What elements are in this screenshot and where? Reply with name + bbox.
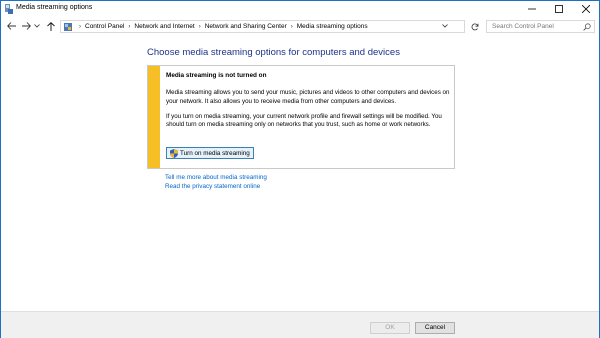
turn-on-media-streaming-button[interactable]: Turn on media streaming (166, 147, 254, 159)
minimize-button[interactable] (518, 1, 545, 17)
address-dropdown-icon[interactable] (442, 24, 448, 28)
breadcrumb-separator: › (290, 23, 293, 30)
refresh-icon (471, 23, 479, 30)
breadcrumb-separator: › (198, 23, 201, 30)
address-bar[interactable]: › Control Panel › Network and Internet ›… (60, 20, 465, 33)
breadcrumb-control-panel[interactable]: Control Panel (85, 23, 124, 30)
breadcrumb-separator: › (79, 23, 81, 30)
minimize-icon (527, 8, 536, 10)
streaming-notice-panel: Media streaming is not turned on Media s… (147, 65, 455, 169)
warning-accent-bar (148, 66, 160, 168)
forward-button[interactable] (20, 20, 32, 32)
notice-description: Media streaming allows you to send your … (166, 89, 450, 105)
admin-shield-icon (170, 148, 178, 158)
up-arrow-icon (47, 21, 55, 31)
title-bar: Media streaming options (1, 1, 599, 17)
breadcrumb-media-streaming-options[interactable]: Media streaming options (297, 23, 368, 30)
navigation-bar: › Control Panel › Network and Internet ›… (1, 17, 599, 35)
breadcrumb-separator: › (128, 23, 131, 30)
refresh-button[interactable] (469, 20, 481, 33)
maximize-button[interactable] (545, 1, 572, 17)
tell-me-more-link[interactable]: Tell me more about media streaming (165, 174, 267, 181)
close-icon (581, 5, 590, 13)
back-button[interactable] (5, 20, 17, 32)
maximize-icon (554, 5, 563, 13)
search-icon (583, 23, 591, 31)
dialog-footer: OK Cancel (1, 311, 599, 338)
close-button[interactable] (572, 1, 599, 17)
chevron-down-icon (34, 24, 40, 28)
ok-button[interactable]: OK (370, 322, 410, 334)
control-panel-icon (64, 22, 72, 31)
media-stream-icon (5, 4, 13, 14)
cancel-button[interactable]: Cancel (415, 322, 455, 334)
search-placeholder: Search Control Panel (492, 23, 554, 30)
window-title: Media streaming options (16, 4, 93, 11)
breadcrumb-network-and-internet[interactable]: Network and Internet (134, 23, 194, 30)
notice-body: Media streaming is not turned on Media s… (166, 72, 451, 129)
notice-warning: If you turn on media streaming, your cur… (166, 112, 442, 129)
recent-locations-button[interactable] (33, 20, 41, 32)
page-title: Choose media streaming options for compu… (147, 47, 400, 58)
breadcrumb-network-and-sharing-center[interactable]: Network and Sharing Center (205, 23, 287, 30)
privacy-statement-link[interactable]: Read the privacy statement online (165, 183, 260, 190)
turn-on-media-streaming-label: Turn on media streaming (180, 149, 250, 157)
up-button[interactable] (45, 20, 57, 32)
media-streaming-window: Media streaming options › Control Panel … (0, 0, 600, 338)
back-arrow-icon (6, 22, 16, 30)
forward-arrow-icon (21, 22, 31, 30)
notice-title: Media streaming is not turned on (166, 72, 267, 79)
search-input[interactable]: Search Control Panel (486, 20, 595, 33)
